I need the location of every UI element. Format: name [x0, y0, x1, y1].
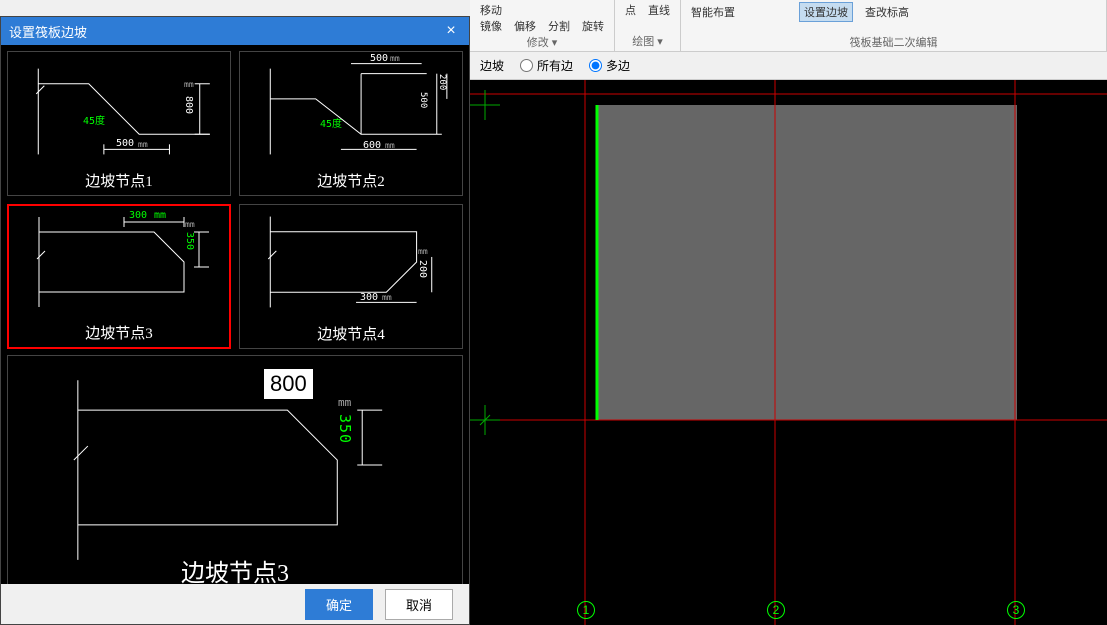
ribbon-offset[interactable]: 偏移	[514, 18, 536, 34]
grid-label-2: 2	[767, 601, 785, 619]
radio-all-label: 所有边	[537, 57, 573, 74]
grid-label-3: 3	[1007, 601, 1025, 619]
node3-dim1: 300	[129, 210, 147, 221]
slope-node-1[interactable]: 45度 500 mm 800 mm 边坡节点1	[7, 51, 231, 196]
ribbon-check-elevation[interactable]: 查改标高	[865, 4, 909, 20]
dialog-title-text: 设置筏板边坡	[9, 22, 87, 41]
slope-dialog: 设置筏板边坡 × 45度	[0, 16, 470, 625]
node2-dim1: 600	[363, 140, 381, 151]
node3-unit2: mm	[185, 220, 195, 229]
node2-dim3: 500	[370, 53, 388, 64]
preview-dim-v: 350	[336, 414, 354, 444]
radio-all-edges[interactable]: 所有边	[520, 57, 573, 74]
ribbon-title-modify[interactable]: 修改 ▾	[480, 34, 604, 50]
cancel-button[interactable]: 取消	[385, 589, 453, 620]
node-grid: 45度 500 mm 800 mm 边坡节点1	[7, 51, 463, 349]
ribbon-group-raft: 智能布置 设置边坡 查改标高 筏板基础二次编辑	[681, 0, 1107, 51]
dialog-body: 45度 500 mm 800 mm 边坡节点1	[1, 45, 469, 601]
ribbon-point[interactable]: 点	[625, 2, 636, 18]
main-panel: 移动 镜像 偏移 分割 旋转 修改 ▾ 点 直线 绘图 ▾ 智能布置 设	[470, 0, 1107, 625]
node1-unit2: mm	[184, 80, 194, 89]
dialog-footer: 确定 取消	[1, 584, 469, 624]
ribbon-mirror[interactable]: 镜像	[480, 18, 502, 34]
node1-dim1: 500	[116, 138, 134, 149]
node2-unit3: mm	[390, 54, 400, 63]
slope-node-4[interactable]: 300 mm 200 mm 边坡节点4	[239, 204, 463, 349]
radio-multi-label: 多边	[606, 57, 630, 74]
ribbon-set-slope[interactable]: 设置边坡	[799, 2, 853, 22]
close-icon[interactable]: ×	[441, 21, 461, 41]
node2-label: 边坡节点2	[240, 166, 462, 195]
node2-unit1: mm	[385, 141, 395, 150]
preview-label: 边坡节点3	[181, 553, 289, 588]
option-label-slope: 边坡	[480, 57, 504, 74]
ribbon-group-draw: 点 直线 绘图 ▾	[615, 0, 681, 51]
ribbon-title-raft: 筏板基础二次编辑	[691, 34, 1096, 50]
preview-unit-v: mm	[338, 396, 351, 409]
ribbon-title-draw[interactable]: 绘图 ▾	[625, 33, 670, 49]
node2-dim4: 200	[437, 74, 447, 90]
node1-dim2: 800	[183, 96, 194, 114]
node4-unit1: mm	[382, 293, 392, 302]
node4-dim2: 200	[417, 260, 428, 278]
node2-angle: 45度	[320, 115, 342, 130]
ribbon-split[interactable]: 分割	[548, 18, 570, 34]
node3-unit1: mm	[154, 210, 166, 221]
node4-unit2: mm	[418, 247, 428, 256]
preview-panel: 800 350 mm 边坡节点3	[7, 355, 463, 595]
node1-unit1: mm	[138, 140, 148, 149]
ribbon-rotate[interactable]: 旋转	[582, 18, 604, 34]
ribbon-move[interactable]: 移动	[480, 2, 502, 18]
raft-slab	[597, 105, 1017, 420]
dialog-titlebar[interactable]: 设置筏板边坡 ×	[1, 17, 469, 45]
drawing-canvas[interactable]: 1 2 3	[470, 80, 1107, 625]
ok-button[interactable]: 确定	[305, 589, 373, 620]
node3-dim2: 350	[184, 232, 195, 250]
node1-label: 边坡节点1	[8, 166, 230, 195]
ribbon-smart-layout[interactable]: 智能布置	[691, 4, 735, 20]
node1-angle: 45度	[83, 112, 105, 127]
node2-dim2: 500	[418, 92, 428, 108]
grid-label-1: 1	[577, 601, 595, 619]
node4-label: 边坡节点4	[240, 319, 462, 348]
slope-node-3[interactable]: 300 mm 350 mm 边坡节点3	[7, 204, 231, 349]
radio-all-edges-input[interactable]	[520, 59, 533, 72]
slope-node-2[interactable]: 45度 500 mm 600 mm 500 200 边坡节点2	[239, 51, 463, 196]
node3-label: 边坡节点3	[9, 318, 229, 347]
ribbon: 移动 镜像 偏移 分割 旋转 修改 ▾ 点 直线 绘图 ▾ 智能布置 设	[470, 0, 1107, 52]
dimension-input[interactable]: 800	[263, 368, 314, 400]
ribbon-line[interactable]: 直线	[648, 2, 670, 18]
node4-dim1: 300	[360, 292, 378, 303]
option-bar: 边坡 所有边 多边	[470, 52, 1107, 80]
radio-multi-edge[interactable]: 多边	[589, 57, 630, 74]
radio-multi-edge-input[interactable]	[589, 59, 602, 72]
ribbon-group-modify: 移动 镜像 偏移 分割 旋转 修改 ▾	[470, 0, 615, 51]
